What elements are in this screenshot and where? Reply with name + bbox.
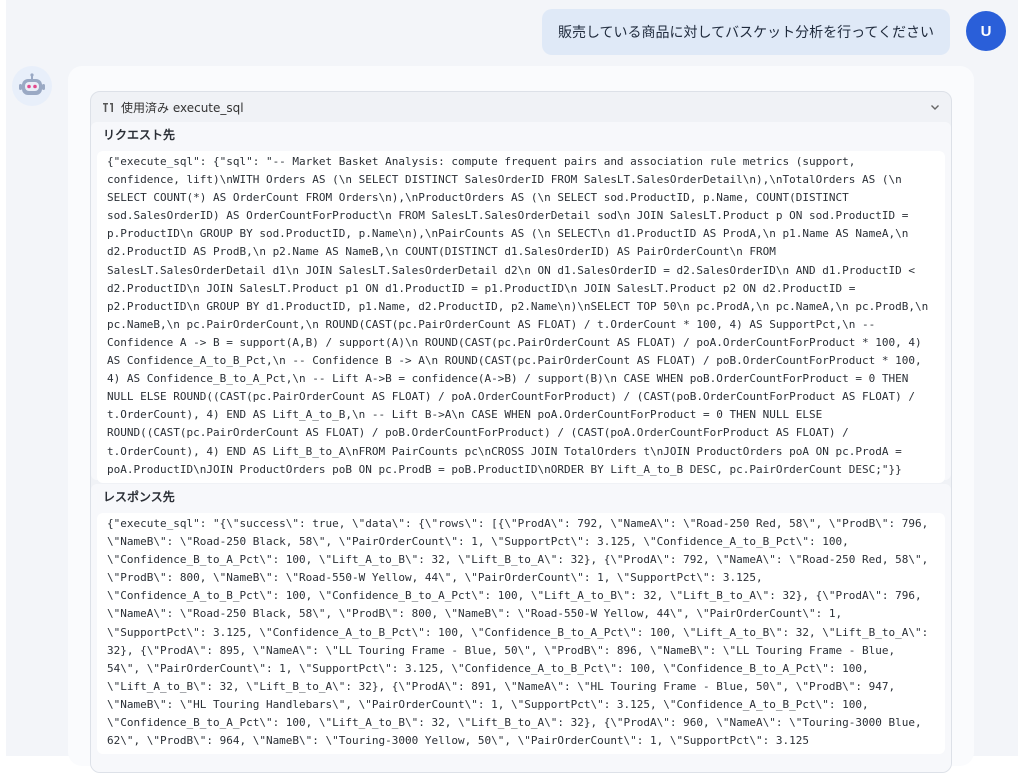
request-code-line: d2.ProductID\n JOIN SalesLT.Product p1 O… [107,281,856,295]
request-code-line: NULL ELSE ROUND((CAST(pc.PairOrderCount … [107,390,915,404]
response-code-line: {"execute_sql": "{\"success\": true, \"d… [107,517,929,530]
request-code-block: {"execute_sql": {"sql": "-- Market Baske… [97,151,945,483]
response-code-line: \"Confidence_A_to_B_Pct\": 100, \"Confid… [107,589,922,603]
robot-icon [19,73,45,95]
request-code-line: AS Confidence_A_to_B_Pct,\n -- Confidenc… [107,354,922,368]
response-code: {"execute_sql": "{\"success\": true, \"d… [107,515,935,750]
response-code-block: {"execute_sql": "{\"success\": true, \"d… [97,513,945,755]
response-code-line: 54\", \"PairOrderCount\": 1, \"SupportPc… [107,661,869,675]
response-section: レスポンス先 {"execute_sql": "{\"success\": tr… [91,484,951,772]
assistant-message-card: 使用済み execute_sql リクエスト先 {"execute_sql": … [68,66,974,773]
request-code-line: t.OrderCount), 4) END AS Lift_A_to_B,\n … [107,408,823,422]
request-code-line: p2.ProductID\n GROUP BY d1.ProductID, p1… [107,299,929,313]
response-code-line: \"Lift_A_to_B\": 32, \"Lift_B_to_A\": 32… [107,679,896,693]
request-code-line: p.ProductID\n GROUP BY sod.ProductID, p.… [107,227,909,241]
request-code-line: 4) AS Confidence_B_to_A_Pct,\n -- Lift A… [107,372,909,386]
response-code-line: \"NameB\": \"Road-250 Black, 58\", \"Pai… [107,535,849,549]
request-section: リクエスト先 {"execute_sql": {"sql": "-- Marke… [91,122,951,483]
tool-call-header[interactable]: 使用済み execute_sql [91,92,951,122]
user-avatar[interactable]: U [966,11,1006,51]
tool-icon [101,100,115,114]
request-code-line: t.OrderCount), 4) END AS Lift_B_to_A\nFR… [107,444,902,458]
assistant-avatar [12,66,52,106]
response-code-line: \"Confidence_B_to_A_Pct\": 100, \"Lift_A… [107,553,929,567]
chevron-down-icon[interactable] [929,101,941,113]
request-code-line: confidence, lift)\nWITH Orders AS (\n SE… [107,173,902,187]
request-code-line: {"execute_sql": {"sql": "-- Market Baske… [107,155,856,168]
request-code-line: SalesLT.SalesOrderDetail d1\n JOIN Sales… [107,263,915,277]
request-code: {"execute_sql": {"sql": "-- Market Baske… [107,153,935,479]
response-code-line: 32}, {\"ProdA\": 895, \"NameA\": \"LL To… [107,643,896,657]
response-code-line: \"NameB\": \"HL Touring Handlebars\", \"… [107,697,869,711]
request-code-line: sod.SalesOrderID) AS OrderCountForProduc… [107,209,909,223]
response-code-line: 62\", \"ProdB\": 964, \"NameB\": \"Touri… [107,734,809,748]
response-code-line: \"Confidence_B_to_A_Pct\": 100, \"Lift_A… [107,716,922,730]
user-message-bubble: 販売している商品に対してバスケット分析を行ってください [541,9,950,55]
response-code-line: \"ProdB\": 800, \"NameB\": \"Road-550-W … [107,571,763,585]
response-code-line: \"SupportPct\": 3.125, \"Confidence_A_to… [107,625,929,639]
request-code-line: poA.ProductID\nJOIN ProductOrders poB ON… [107,462,902,476]
request-title: リクエスト先 [103,128,176,142]
chat-window: 販売している商品に対してバスケット分析を行ってください U 使用済み execu… [0,0,1024,773]
request-code-line: pc.NameB,\n pc.PairOrderCount,\n ROUND(C… [107,317,876,331]
response-code-line: \"NameA\": \"Road-250 Black, 58\", \"Pro… [107,607,843,621]
request-code-line: Confidence A -> B = support(A,B) / suppo… [107,335,922,349]
tool-call-panel: 使用済み execute_sql リクエスト先 {"execute_sql": … [90,91,952,773]
request-code-line: ROUND((CAST(pc.PairOrderCount AS FLOAT) … [107,426,849,440]
user-message-row: 販売している商品に対してバスケット分析を行ってください U [6,9,1006,57]
request-code-line: SELECT COUNT(*) AS OrderCount FROM Order… [107,191,849,205]
tool-call-label: 使用済み execute_sql [121,100,244,115]
request-code-line: d2.ProductID AS ProdB,\n p2.Name AS Name… [107,245,776,259]
response-title: レスポンス先 [103,490,175,504]
